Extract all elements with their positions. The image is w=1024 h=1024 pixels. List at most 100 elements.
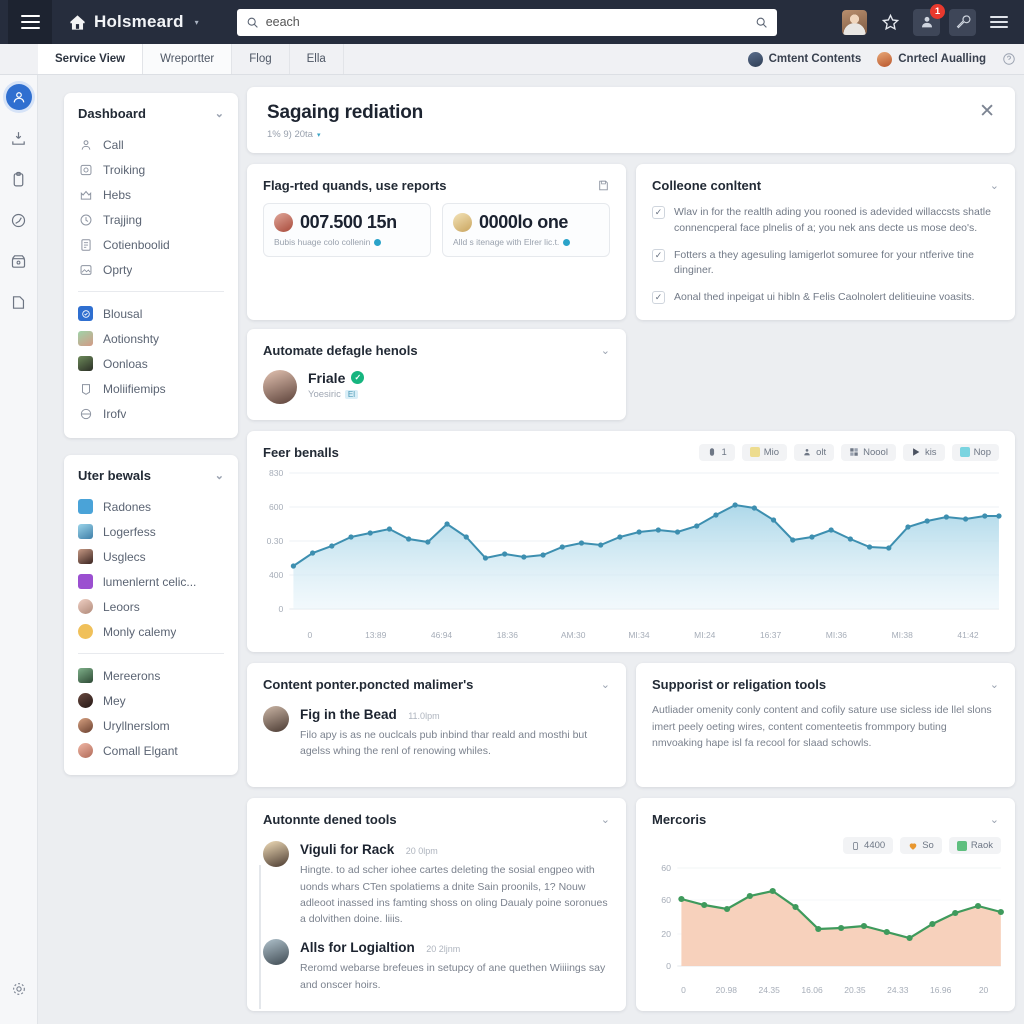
mercoris-plot-area[interactable]: 60 60 20 0	[636, 860, 1015, 985]
user-chip-content-contents[interactable]: Cmtent Contents	[747, 51, 861, 67]
checklist-item[interactable]: ✓ Aonal thed inpeigat ui hibln & Felis C…	[652, 290, 999, 306]
automate-detail-header[interactable]: Automate defagle henols ⌄	[247, 329, 626, 368]
sidebar-item-blousal[interactable]: Blousal	[64, 301, 238, 326]
account-avatar[interactable]	[841, 9, 868, 36]
close-icon[interactable]: ✕	[979, 102, 995, 121]
tools-button[interactable]	[949, 8, 976, 36]
legend-chip[interactable]: Noool	[841, 443, 896, 461]
chevron-down-icon[interactable]: ⌄	[990, 678, 999, 691]
main-menu-button[interactable]	[8, 0, 52, 44]
user-chip-contecl-aualling[interactable]: Cnrtecl Aualling	[877, 51, 986, 67]
hero-subtitle[interactable]: 1% 9) 20ta ▾	[267, 129, 423, 140]
sidebar-dashboard-list: Call Troiking Hebs Trajjing Cotienboolid…	[64, 132, 238, 438]
check-icon[interactable]: ✓	[652, 206, 665, 219]
search-input[interactable]	[265, 15, 748, 29]
legend-chip[interactable]: Mio	[741, 443, 788, 461]
sidebar-item-irofv[interactable]: Irofv	[64, 401, 238, 426]
chevron-down-icon[interactable]: ⌄	[601, 678, 610, 691]
checklist-item[interactable]: ✓ Fotters a they agesuling lamigerlot so…	[652, 248, 999, 280]
supporist-header[interactable]: Supporist or religation tools ⌄	[636, 663, 1015, 702]
metric-card[interactable]: 0000lo one Alld s itenage with Elrer lic…	[442, 203, 610, 257]
sidebar-user-leoors[interactable]: Leoors	[64, 594, 238, 619]
brand[interactable]: Holsmeard ▾	[68, 12, 199, 32]
sidebar-user-logerfess[interactable]: Logerfess	[64, 519, 238, 544]
legend-chip[interactable]: So	[900, 837, 942, 855]
sidebar-item-hebs[interactable]: Hebs	[64, 182, 238, 207]
sidebar-user-mey[interactable]: Mey	[64, 688, 238, 713]
sidebar-user-mereerons[interactable]: Mereerons	[64, 663, 238, 688]
sidebar-item-trajjing[interactable]: Trajjing	[64, 207, 238, 232]
legend-chip[interactable]: kis	[902, 443, 945, 461]
checklist-item[interactable]: ✓ Wlav in for the realtlh ading you roon…	[652, 205, 999, 237]
mercoris-header[interactable]: Mercoris ⌄	[636, 798, 1015, 837]
list-item[interactable]: Fig in the Bead 11.0lpm Filo apy is as n…	[263, 705, 610, 772]
sidebar-item-oonloas[interactable]: Oonloas	[64, 351, 238, 376]
rail-item-settings[interactable]	[6, 976, 32, 1002]
favorite-button[interactable]	[877, 9, 904, 36]
rail-item-globe[interactable]	[6, 207, 32, 233]
legend-chip[interactable]: 1	[699, 443, 735, 461]
tab-service-view[interactable]: Service View	[38, 44, 144, 74]
rail-item-bookmark[interactable]	[6, 289, 32, 315]
colleone-card-header[interactable]: Colleone conltent ⌄	[636, 164, 1015, 203]
legend-chip[interactable]: 4400	[843, 837, 894, 855]
x-tick: 20.98	[715, 985, 737, 996]
check-icon[interactable]: ✓	[652, 291, 665, 304]
timestamp: 11.0lpm	[408, 710, 440, 721]
sidebar-user-lumenlernt[interactable]: lumenlernt celic...	[64, 569, 238, 594]
legend-chip[interactable]: Nop	[951, 443, 999, 461]
rail-item-inbox[interactable]	[6, 125, 32, 151]
sidebar-item-aotionshty[interactable]: Aotionshty	[64, 326, 238, 351]
chart-plot-area[interactable]: 830 600 0.30 400 0	[247, 465, 1015, 630]
metric-card[interactable]: 007.500 15n Bubis huage colo collenin	[263, 203, 431, 257]
chevron-down-icon[interactable]: ⌄	[990, 813, 999, 826]
x-tick: MI:24	[694, 629, 716, 640]
sidebar-user-monly-calemy[interactable]: Monly calemy	[64, 619, 238, 644]
rail-item-clipboard[interactable]	[6, 166, 32, 192]
check-icon[interactable]: ✓	[652, 248, 665, 262]
rail-item-dashboard[interactable]	[5, 84, 32, 110]
list-item[interactable]: Alls for Logialtion 20 2ljnm Reromd weba…	[263, 939, 610, 995]
chevron-down-icon[interactable]: ▾	[317, 131, 321, 139]
sidebar-item-oprty[interactable]: Oprty	[64, 257, 238, 282]
sidebar-item-call[interactable]: Call	[64, 132, 238, 157]
sidebar-users-header[interactable]: Uter bewals ⌄	[64, 455, 238, 494]
chevron-down-icon[interactable]: ⌄	[601, 344, 610, 357]
search-box[interactable]	[236, 8, 777, 36]
chart-legend: 1 Mio olt Noool kis Nop	[699, 443, 999, 461]
sidebar-item-moliifiemips[interactable]: Moliifiemips	[64, 376, 238, 401]
chevron-down-icon[interactable]: ⌄	[215, 107, 224, 120]
x-tick: 18:36	[496, 629, 518, 640]
automate-dened-header[interactable]: Autonnte dened tools ⌄	[247, 798, 626, 837]
content-pointer-header[interactable]: Content ponter.poncted malimer's ⌄	[247, 663, 626, 702]
sidebar-user-uryllnerslom[interactable]: Uryllnerslom	[64, 713, 238, 738]
rail-item-archive[interactable]	[6, 248, 32, 274]
panel-title: Dashboard	[78, 106, 146, 121]
tab-ella[interactable]: Ella	[290, 44, 344, 74]
legend-chip[interactable]: Raok	[948, 837, 1001, 855]
tab-flog[interactable]: Flog	[232, 44, 290, 74]
user-chip-label: Cnrtecl Aualling	[898, 53, 986, 65]
overflow-menu-button[interactable]	[985, 9, 1012, 36]
tab-wreportter[interactable]: Wreportter	[143, 44, 233, 74]
sidebar-user-usglecs[interactable]: Usglecs	[64, 544, 238, 569]
sidebar-user-comall-elgant[interactable]: Comall Elgant	[64, 738, 238, 763]
sidebar-user-radones[interactable]: Radones	[64, 494, 238, 519]
chevron-down-icon[interactable]: ⌄	[990, 179, 999, 192]
chevron-down-icon[interactable]: ▾	[195, 18, 199, 27]
chevron-down-icon[interactable]: ⌄	[215, 469, 224, 482]
notifications-button[interactable]: 1	[913, 3, 945, 36]
metric-value: 007.500 15n	[300, 212, 397, 232]
sidebar-dashboard-header[interactable]: Dashboard ⌄	[64, 93, 238, 132]
sidebar-item-label: Comall Elgant	[103, 743, 178, 758]
main-content: Sagaing rediation 1% 9) 20ta ▾ ✕ Flag-rt…	[238, 75, 1024, 1024]
list-item[interactable]: Viguli for Rack 20 0lpm Hingte. to ad sc…	[263, 841, 610, 939]
legend-chip[interactable]: olt	[794, 443, 835, 461]
help-circle-icon[interactable]	[1002, 52, 1016, 66]
sidebar-item-troiking[interactable]: Troiking	[64, 157, 238, 182]
sidebar-item-cotienboolid[interactable]: Cotienboolid	[64, 232, 238, 257]
save-icon[interactable]	[597, 179, 610, 192]
person-row[interactable]: Friale ✓ Yoesiric El	[247, 368, 626, 420]
chevron-down-icon[interactable]: ⌄	[601, 813, 610, 826]
search-submit-icon[interactable]	[755, 16, 768, 29]
